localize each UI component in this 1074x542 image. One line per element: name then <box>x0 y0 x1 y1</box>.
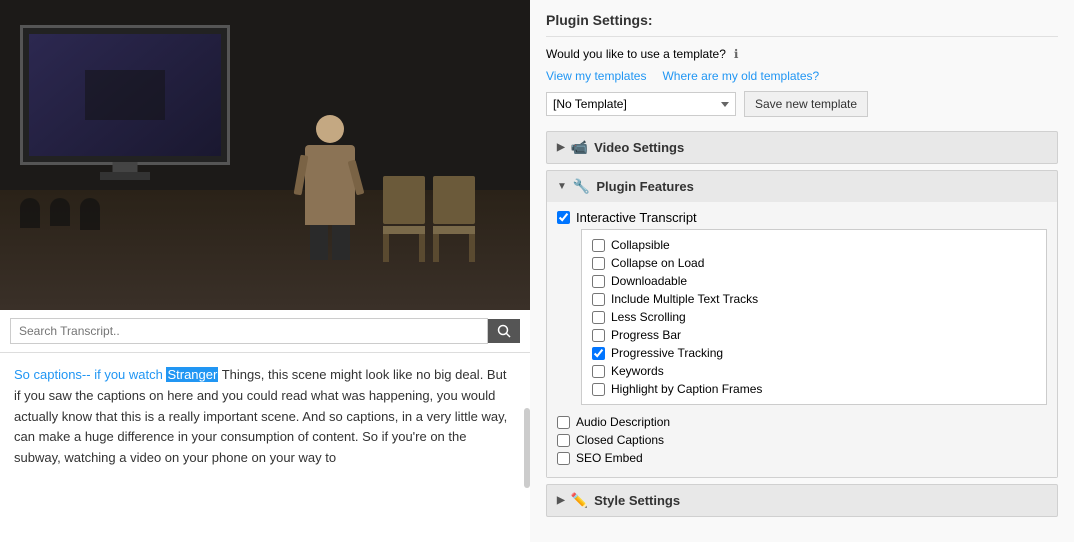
scroll-indicator <box>524 408 530 488</box>
progress-bar-label: Progress Bar <box>611 328 681 342</box>
progressive-tracking-checkbox[interactable] <box>592 347 605 360</box>
sub-features-group: Collapsible Collapse on Load Downloadabl… <box>581 229 1047 405</box>
seo-embed-label: SEO Embed <box>576 451 643 465</box>
left-panel: So captions-- if you watch Stranger Thin… <box>0 0 530 542</box>
progressive-tracking-label: Progressive Tracking <box>611 346 723 360</box>
style-settings-icon: ✏️ <box>571 492 588 509</box>
transcript-text: So captions-- if you watch Stranger Thin… <box>14 365 516 469</box>
feature-sub-row-keywords: Keywords <box>592 362 1036 380</box>
video-container <box>0 0 530 310</box>
collapse-on-load-label: Collapse on Load <box>611 256 704 270</box>
interactive-transcript-row: Interactive Transcript <box>557 210 1047 225</box>
multiple-text-tracks-label: Include Multiple Text Tracks <box>611 292 758 306</box>
feature-sub-row-downloadable: Downloadable <box>592 272 1036 290</box>
feature-sub-row-collapsible: Collapsible <box>592 236 1036 254</box>
save-new-template-button[interactable]: Save new template <box>744 91 868 117</box>
search-button[interactable] <box>488 319 520 343</box>
style-settings-label: Style Settings <box>594 493 680 508</box>
video-settings-label: Video Settings <box>594 140 684 155</box>
audio-description-label: Audio Description <box>576 415 670 429</box>
feature-row-seo-embed: SEO Embed <box>557 449 1047 467</box>
search-bar <box>0 310 530 353</box>
keywords-checkbox[interactable] <box>592 365 605 378</box>
feature-sub-row-progressive-tracking: Progressive Tracking <box>592 344 1036 362</box>
template-select-row: [No Template] Save new template <box>546 91 1058 117</box>
transcript-anchor[interactable]: Stranger <box>166 367 218 382</box>
feature-row-closed-captions: Closed Captions <box>557 431 1047 449</box>
audio-description-checkbox[interactable] <box>557 416 570 429</box>
plugin-features-icon: 🔧 <box>573 178 590 195</box>
template-select[interactable]: [No Template] <box>546 92 736 116</box>
highlight-by-caption-label: Highlight by Caption Frames <box>611 382 762 396</box>
template-question-text: Would you like to use a template? <box>546 47 726 61</box>
interactive-transcript-label: Interactive Transcript <box>576 210 697 225</box>
seo-embed-checkbox[interactable] <box>557 452 570 465</box>
less-scrolling-label: Less Scrolling <box>611 310 686 324</box>
search-input[interactable] <box>10 318 488 344</box>
downloadable-label: Downloadable <box>611 274 687 288</box>
template-question-row: Would you like to use a template? ℹ <box>546 47 1058 61</box>
where-are-old-templates-link[interactable]: Where are my old templates? <box>662 69 819 83</box>
plugin-features-label: Plugin Features <box>596 179 694 194</box>
style-settings-arrow: ▶ <box>557 495 565 506</box>
template-links: View my templates Where are my old templ… <box>546 69 1058 83</box>
transcript-link[interactable]: So captions-- if you watch <box>14 367 166 382</box>
highlight-by-caption-checkbox[interactable] <box>592 383 605 396</box>
video-settings-header[interactable]: ▶ 📹 Video Settings <box>547 132 1057 163</box>
interactive-transcript-checkbox[interactable] <box>557 211 570 224</box>
feature-sub-row-highlight-by-caption: Highlight by Caption Frames <box>592 380 1036 398</box>
less-scrolling-checkbox[interactable] <box>592 311 605 324</box>
feature-sub-row-multiple-text-tracks: Include Multiple Text Tracks <box>592 290 1036 308</box>
closed-captions-checkbox[interactable] <box>557 434 570 447</box>
feature-sub-row-less-scrolling: Less Scrolling <box>592 308 1036 326</box>
features-body: Interactive Transcript Collapsible Colla… <box>547 202 1057 477</box>
search-icon <box>497 324 511 338</box>
progress-bar-checkbox[interactable] <box>592 329 605 342</box>
plugin-features-header[interactable]: ▼ 🔧 Plugin Features <box>547 171 1057 202</box>
multiple-text-tracks-checkbox[interactable] <box>592 293 605 306</box>
right-panel: Plugin Settings: Would you like to use a… <box>530 0 1074 542</box>
video-settings-arrow: ▶ <box>557 142 565 153</box>
view-my-templates-link[interactable]: View my templates <box>546 69 646 83</box>
feature-sub-row-progress-bar: Progress Bar <box>592 326 1036 344</box>
collapsible-checkbox[interactable] <box>592 239 605 252</box>
collapsible-label: Collapsible <box>611 238 670 252</box>
person-figure <box>300 115 360 255</box>
transcript-area: So captions-- if you watch Stranger Thin… <box>0 353 530 542</box>
video-settings-icon: 📹 <box>571 139 588 156</box>
closed-captions-label: Closed Captions <box>576 433 664 447</box>
downloadable-checkbox[interactable] <box>592 275 605 288</box>
collapse-on-load-checkbox[interactable] <box>592 257 605 270</box>
plugin-features-arrow: ▼ <box>557 181 567 192</box>
feature-sub-row-collapse-on-load: Collapse on Load <box>592 254 1036 272</box>
transcript-highlight: Stranger <box>166 367 218 382</box>
feature-row-audio-description: Audio Description <box>557 413 1047 431</box>
keywords-label: Keywords <box>611 364 664 378</box>
info-icon: ℹ <box>734 47 739 61</box>
video-settings-section: ▶ 📹 Video Settings <box>546 131 1058 164</box>
plugin-features-section: ▼ 🔧 Plugin Features Interactive Transcri… <box>546 170 1058 478</box>
style-settings-section: ▶ ✏️ Style Settings <box>546 484 1058 517</box>
plugin-settings-title: Plugin Settings: <box>546 0 1058 37</box>
style-settings-header[interactable]: ▶ ✏️ Style Settings <box>547 485 1057 516</box>
